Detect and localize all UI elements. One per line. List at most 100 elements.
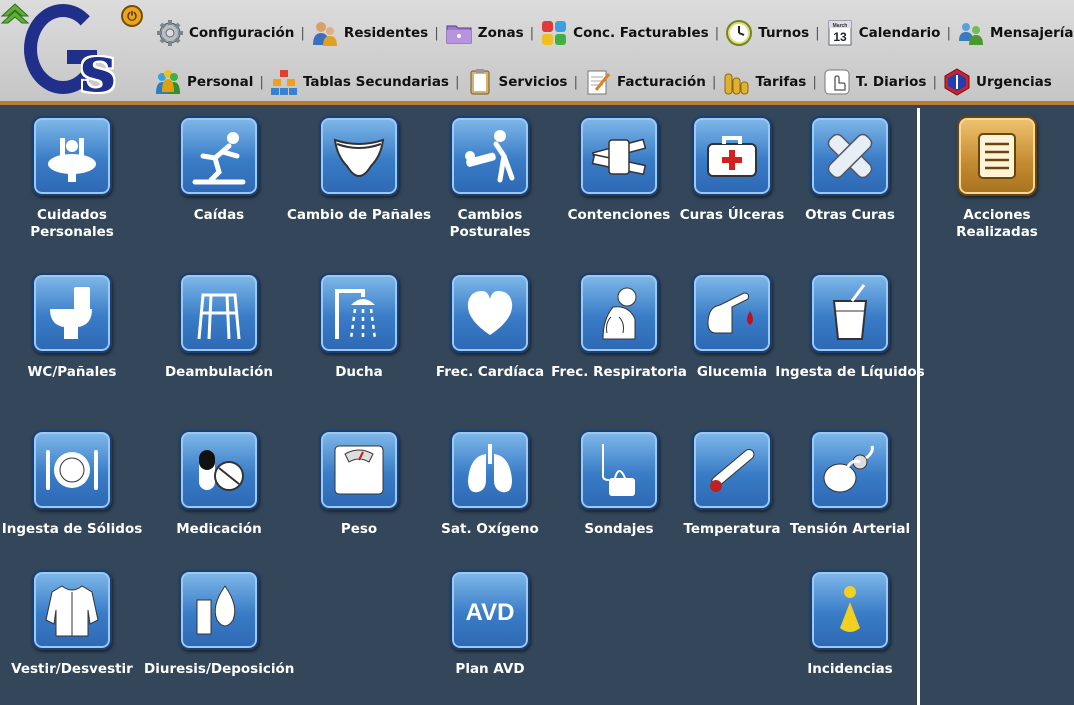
tile-diuresis-deposicion[interactable]: Diuresis/Deposición	[144, 570, 294, 678]
tile-button[interactable]	[179, 430, 259, 510]
staff-icon	[156, 70, 180, 94]
tile-plan-avd[interactable]: AVD Plan AVD	[415, 570, 565, 678]
blood-drop-finger-icon	[707, 292, 753, 334]
tile-peso[interactable]: Peso	[284, 430, 434, 538]
tile-button[interactable]	[579, 430, 659, 510]
tile-button[interactable]	[179, 273, 259, 353]
tile-sat-oxigeno[interactable]: Sat. Oxígeno	[415, 430, 565, 538]
menu-item-tablas-secundarias[interactable]: Tablas Secundarias	[270, 68, 449, 96]
avd-icon: AVD	[466, 599, 515, 626]
tile-deambulacion[interactable]: Deambulación	[144, 273, 294, 381]
menu-label: Turnos	[758, 25, 810, 41]
tile-caidas[interactable]: Caídas	[144, 116, 294, 224]
tile-incidencias[interactable]: Incidencias	[775, 570, 925, 678]
tile-ingesta-liquidos[interactable]: Ingesta de Líquidos	[775, 273, 925, 381]
tile-otras-curas[interactable]: Otras Curas	[775, 116, 925, 224]
calendar-month-text: March	[832, 23, 847, 29]
menu-label: Servicios	[498, 74, 568, 90]
power-icon[interactable]: ⏻	[121, 5, 143, 27]
calendar-day-text: 13	[833, 30, 847, 44]
calendar-icon: March13	[828, 20, 852, 46]
menu-item-zonas[interactable]: Zonas	[445, 19, 524, 47]
header-accent-line	[0, 101, 1074, 105]
menu-label: Urgencias	[976, 74, 1052, 90]
respiration-icon	[602, 287, 637, 340]
tile-wc-panales[interactable]: WC/Pañales	[0, 273, 147, 381]
tile-cuidados-personales[interactable]: Cuidados Personales	[0, 116, 147, 241]
tile-label: Otras Curas	[805, 207, 895, 223]
tile-button[interactable]	[319, 273, 399, 353]
list-icon	[978, 133, 1016, 179]
tile-button[interactable]	[32, 116, 112, 196]
tile-button[interactable]	[32, 430, 112, 510]
menu-label: Calendario	[858, 25, 941, 41]
tile-button[interactable]	[692, 116, 772, 196]
tile-ducha[interactable]: Ducha	[284, 273, 434, 381]
tile-medicacion[interactable]: Medicación	[144, 430, 294, 538]
tile-button[interactable]	[692, 273, 772, 353]
tile-label: Cambios Posturales	[449, 207, 531, 240]
gear-icon	[157, 20, 183, 46]
tile-tension-arterial[interactable]: Tensión Arterial	[775, 430, 925, 538]
menu-separator: |	[434, 25, 439, 41]
tile-label: Vestir/Desvestir	[11, 661, 133, 677]
menu-item-mensajeria[interactable]: Mensajería	[957, 19, 1074, 47]
menu-item-servicios[interactable]: Servicios	[466, 68, 568, 96]
tile-label: Ingesta de Líquidos	[775, 364, 925, 380]
logo-s-letter: s	[80, 32, 117, 107]
tile-button[interactable]	[450, 430, 530, 510]
menu-item-residentes[interactable]: Residentes	[311, 19, 428, 47]
walker-icon	[197, 293, 241, 340]
menu-separator: |	[454, 74, 460, 90]
falling-person-icon	[192, 132, 246, 185]
tile-cambio-panales[interactable]: Cambio de Pañales	[284, 116, 434, 224]
tile-button[interactable]	[579, 273, 659, 353]
tile-button[interactable]	[179, 116, 259, 196]
menu-item-conc-facturables[interactable]: Conc. Facturables	[540, 19, 709, 47]
tile-button[interactable]	[810, 116, 890, 196]
menu-label: T. Diarios	[855, 74, 927, 90]
tile-label: Peso	[340, 521, 378, 537]
clipboard-icon	[470, 69, 490, 95]
menu-item-t-diarios[interactable]: T. Diarios	[823, 68, 927, 96]
menu-label: Configuración	[189, 25, 295, 41]
tile-button[interactable]	[179, 570, 259, 650]
posture-change-icon	[465, 130, 515, 183]
emergency-icon	[944, 68, 970, 96]
tile-label: Deambulación	[164, 364, 274, 380]
tile-button[interactable]	[32, 273, 112, 353]
main-menu-row-2: Personal | Tablas Secundarias | Servicio…	[154, 68, 1052, 96]
menu-item-facturacion[interactable]: Facturación	[584, 68, 706, 96]
tile-label: Ducha	[335, 364, 383, 380]
menu-item-tarifas[interactable]: Tarifas	[722, 68, 806, 96]
tile-button[interactable]	[810, 273, 890, 353]
tile-button[interactable]	[450, 273, 530, 353]
tile-button[interactable]	[957, 116, 1037, 196]
tile-vestir-desvestir[interactable]: Vestir/Desvestir	[0, 570, 147, 678]
tile-label: Diuresis/Deposición	[144, 661, 295, 677]
tile-button[interactable]	[32, 570, 112, 650]
menu-item-turnos[interactable]: Turnos	[725, 19, 809, 47]
tile-label: Ingesta de Sólidos	[1, 521, 143, 537]
menu-item-calendario[interactable]: March 13 Calendario	[826, 19, 941, 47]
tile-acciones-realizadas[interactable]: Acciones Realizadas	[922, 116, 1072, 241]
menu-label: Tablas Secundarias	[302, 74, 449, 90]
menu-item-urgencias[interactable]: Urgencias	[943, 68, 1052, 96]
menu-item-personal[interactable]: Personal	[154, 68, 253, 96]
tile-button[interactable]	[692, 430, 772, 510]
tile-button[interactable]	[319, 430, 399, 510]
tile-button[interactable]	[319, 116, 399, 196]
tile-button[interactable]	[579, 116, 659, 196]
shirt-icon	[45, 585, 99, 637]
tile-button[interactable]	[810, 570, 890, 650]
tile-cambios-posturales[interactable]: Cambios Posturales	[415, 116, 565, 241]
avd-icon-text: AVD	[466, 599, 515, 626]
tile-button[interactable]: AVD	[450, 570, 530, 650]
tile-ingesta-solidos[interactable]: Ingesta de Sólidos	[0, 430, 147, 538]
menu-item-configuracion[interactable]: Configuración	[156, 19, 294, 47]
residents-icon	[312, 22, 337, 46]
tile-button[interactable]	[810, 430, 890, 510]
tile-button[interactable]	[450, 116, 530, 196]
tables-icon	[270, 70, 297, 95]
tile-frec-cardiaca[interactable]: Frec. Cardíaca	[415, 273, 565, 381]
